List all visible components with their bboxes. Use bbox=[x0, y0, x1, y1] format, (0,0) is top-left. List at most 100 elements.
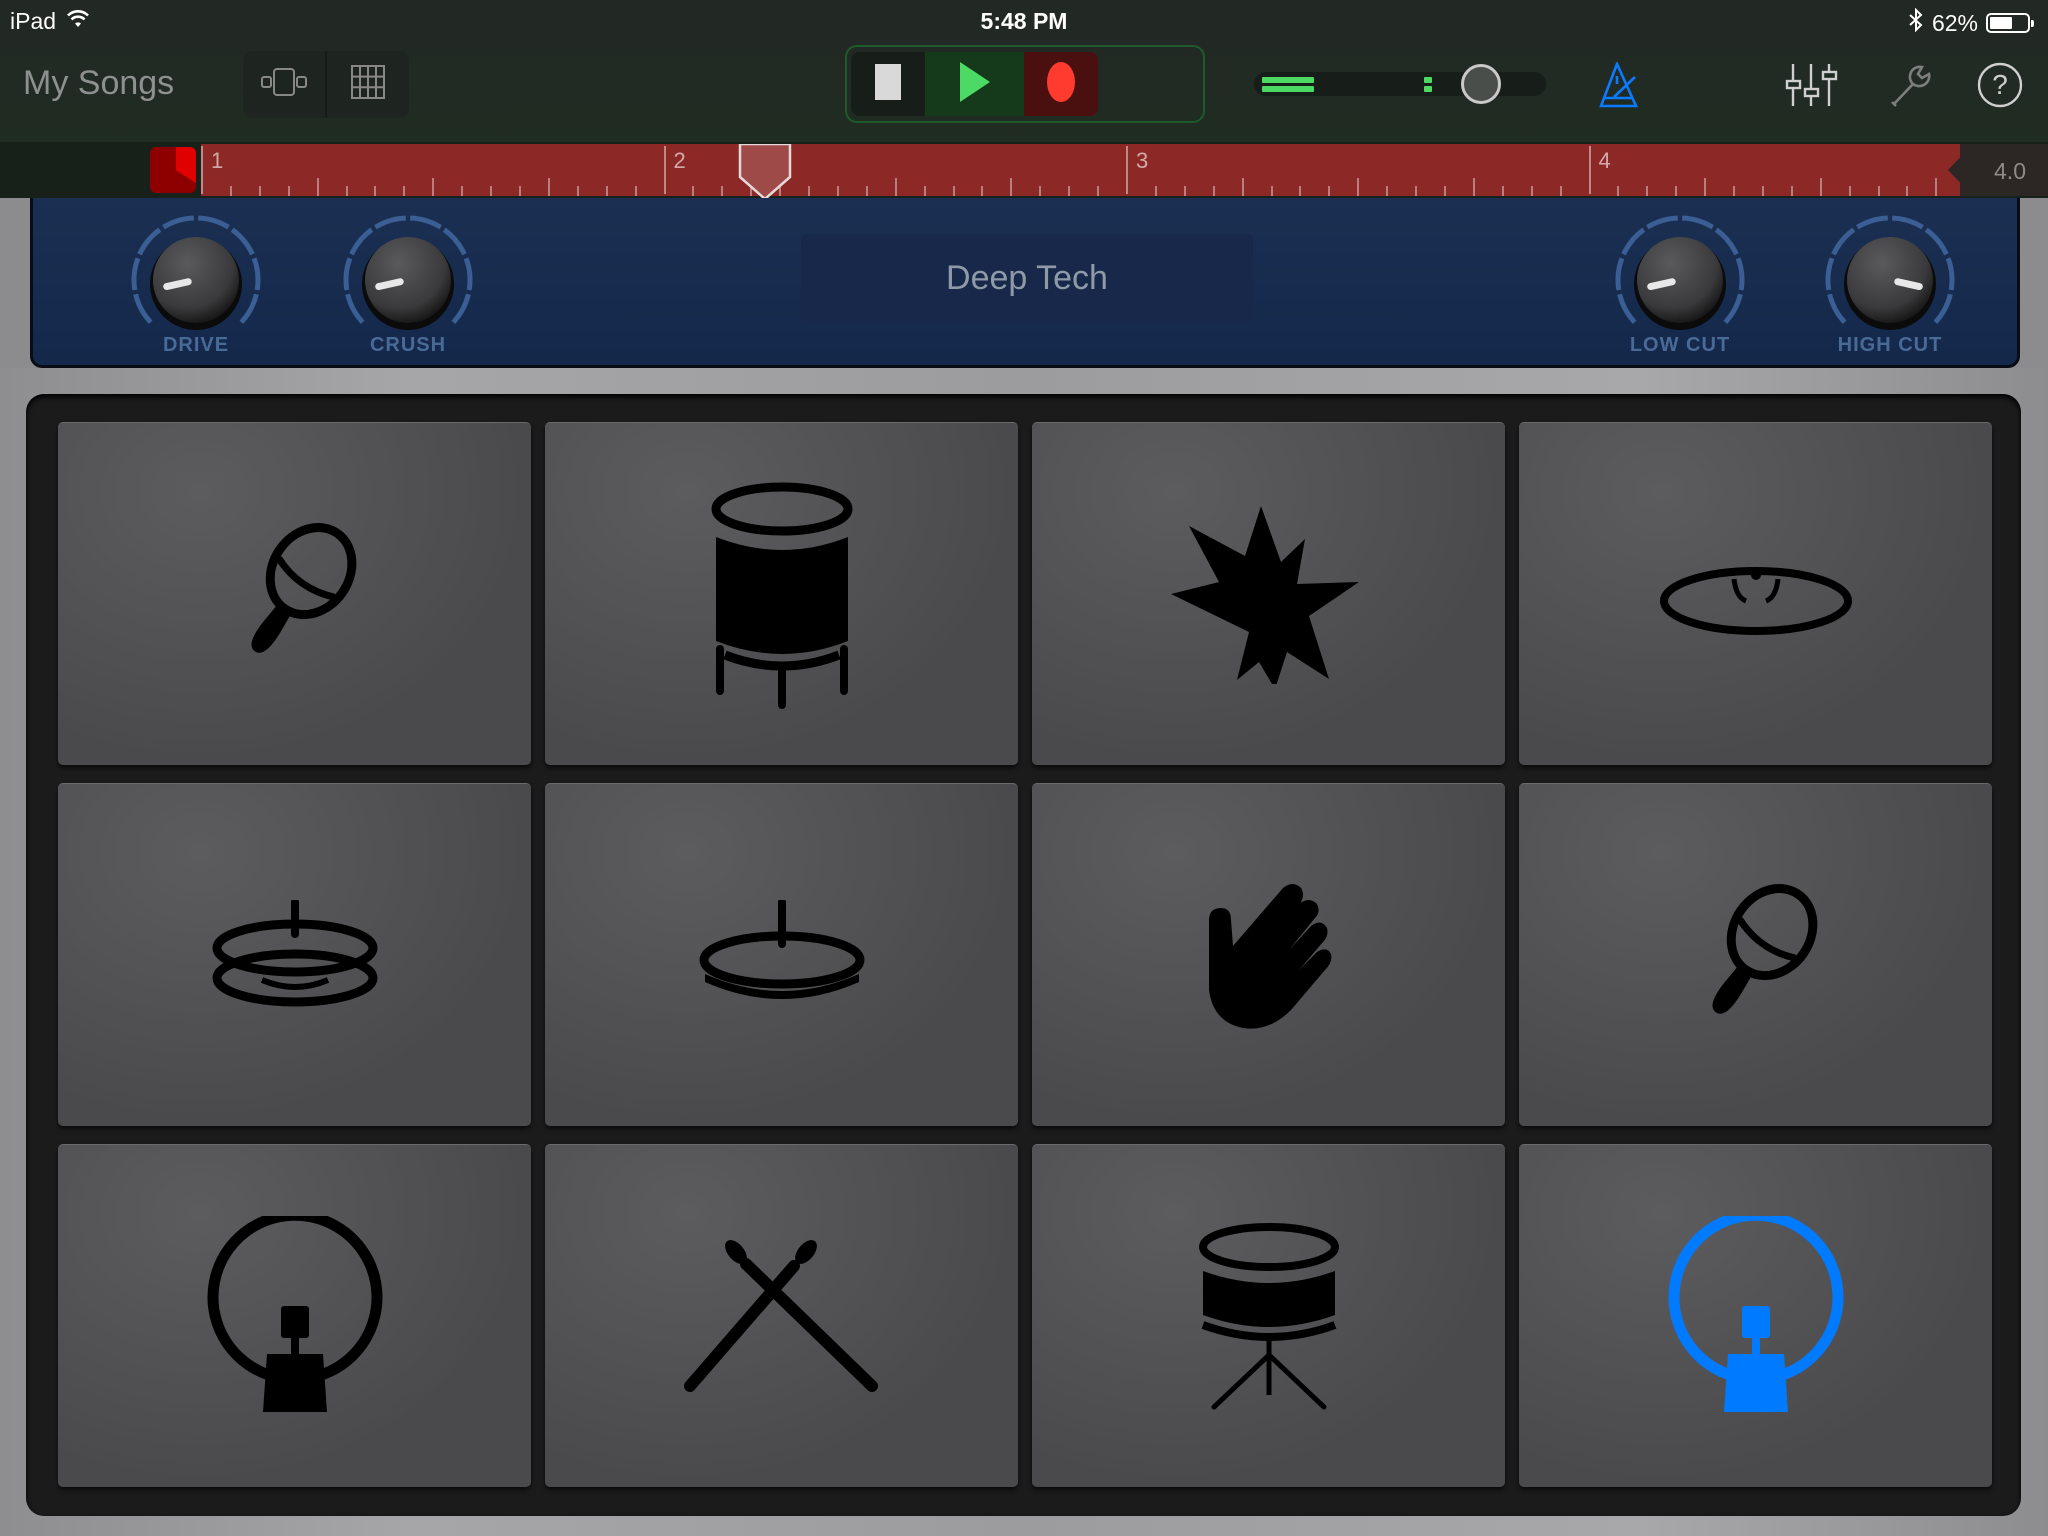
pad-clap[interactable] bbox=[1032, 783, 1505, 1126]
pad-closed-hi-hat[interactable] bbox=[545, 783, 1018, 1126]
bar-number: 4 bbox=[1598, 148, 1611, 173]
ruler-tick bbox=[1704, 178, 1707, 196]
ruler-tick bbox=[461, 186, 464, 196]
ruler-tick bbox=[692, 186, 695, 196]
ruler-tick bbox=[836, 186, 839, 196]
my-songs-button[interactable]: My Songs bbox=[23, 64, 174, 103]
loop-icon bbox=[176, 147, 196, 183]
hand-clap-icon bbox=[1199, 880, 1339, 1030]
ruler-tick bbox=[1328, 186, 1331, 196]
top-bar: iPad 5:48 PM 62% My Songs ? bbox=[0, 0, 2048, 142]
knob-indicator bbox=[163, 278, 192, 291]
mixer-icon bbox=[1785, 64, 1839, 112]
ruler-tick bbox=[1675, 186, 1678, 196]
ruler-tick bbox=[605, 186, 608, 196]
play-button[interactable] bbox=[925, 52, 1024, 116]
view-toggle bbox=[243, 51, 409, 118]
ruler-tick bbox=[547, 178, 550, 196]
low-cut-knob[interactable]: LOW CUT bbox=[1600, 208, 1760, 368]
pad-snare-drum[interactable] bbox=[1032, 1144, 1505, 1487]
pad-kick-drum-2[interactable] bbox=[1519, 1144, 1992, 1487]
knob-indicator bbox=[1647, 278, 1676, 291]
drive-knob[interactable]: DRIVE bbox=[116, 208, 276, 368]
knob-dial-icon bbox=[1615, 215, 1745, 330]
ruler-tick bbox=[1819, 178, 1822, 196]
ruler-tick bbox=[952, 186, 955, 196]
ruler-tick bbox=[1617, 186, 1620, 196]
ruler-tick bbox=[634, 186, 637, 196]
drum-pad-grid bbox=[26, 394, 2021, 1516]
play-icon bbox=[959, 61, 990, 107]
ruler-tick bbox=[1761, 186, 1764, 196]
maraca-icon bbox=[215, 514, 375, 674]
instrument-view-button[interactable] bbox=[243, 51, 325, 118]
pad-maraca[interactable] bbox=[58, 422, 531, 765]
closed-hi-hat-icon bbox=[697, 900, 867, 1010]
metronome-button[interactable] bbox=[1598, 60, 1640, 113]
ruler-tick bbox=[1848, 186, 1851, 196]
volume-slider-thumb[interactable] bbox=[1460, 64, 1501, 104]
open-hi-hat-icon bbox=[210, 900, 380, 1010]
level-meter-peak-left bbox=[1424, 77, 1432, 83]
ruler-tick bbox=[518, 186, 521, 196]
stop-icon bbox=[875, 63, 901, 105]
settings-button[interactable] bbox=[1888, 62, 1934, 113]
ruler-tick bbox=[1935, 178, 1938, 196]
ruler-tick bbox=[374, 186, 377, 196]
ruler-tick bbox=[1386, 186, 1389, 196]
pad-kick-drum[interactable] bbox=[58, 1144, 531, 1487]
level-meter-peak-right bbox=[1424, 86, 1432, 92]
ruler-tick bbox=[1299, 186, 1302, 196]
high-cut-knob[interactable]: HIGH CUT bbox=[1810, 208, 1970, 368]
battery-percent: 62% bbox=[1931, 9, 1978, 36]
ruler-tick bbox=[1154, 186, 1157, 196]
level-meter-right bbox=[1262, 86, 1314, 92]
knob-dial-icon bbox=[343, 215, 473, 330]
timeline-ruler[interactable]: 1 2 3 4 bbox=[201, 144, 1960, 196]
ruler-tick bbox=[1733, 186, 1736, 196]
ruler-tick bbox=[721, 186, 724, 196]
bar-line bbox=[201, 146, 203, 194]
loop-button[interactable] bbox=[150, 147, 196, 193]
knob-dial-icon bbox=[131, 215, 261, 330]
stop-button[interactable] bbox=[851, 52, 925, 116]
tracks-grid-button[interactable] bbox=[325, 51, 409, 118]
ruler-tick bbox=[808, 186, 811, 196]
master-volume-slider[interactable] bbox=[1254, 64, 1546, 104]
bar-number: 1 bbox=[211, 148, 224, 173]
pad-effect-burst[interactable] bbox=[1032, 422, 1505, 765]
ruler-tick bbox=[1270, 186, 1273, 196]
ruler-tick bbox=[576, 186, 579, 196]
kick-drum-icon bbox=[205, 1216, 385, 1416]
song-length-label: 4.0 bbox=[1994, 158, 2026, 184]
knob-indicator bbox=[1894, 278, 1923, 291]
battery-icon bbox=[1986, 13, 2034, 33]
pad-open-hi-hat[interactable] bbox=[58, 783, 531, 1126]
ruler-tick bbox=[1415, 186, 1418, 196]
kick-drum-icon bbox=[1666, 1216, 1846, 1416]
ruler-tick bbox=[1183, 186, 1186, 196]
crush-knob-label: CRUSH bbox=[369, 334, 447, 356]
record-button[interactable] bbox=[1024, 52, 1098, 116]
knob-dial-icon bbox=[1825, 215, 1955, 330]
crush-knob[interactable]: CRUSH bbox=[328, 208, 488, 368]
low-cut-knob-label: LOW CUT bbox=[1629, 334, 1731, 356]
song-length-tab[interactable]: 4.0 bbox=[1948, 144, 2048, 196]
pad-floor-tom[interactable] bbox=[545, 422, 1018, 765]
pad-shaker[interactable] bbox=[1519, 783, 1992, 1126]
pad-rim-sticks[interactable] bbox=[545, 1144, 1018, 1487]
help-button[interactable]: ? bbox=[1977, 62, 2023, 113]
ruler-tick bbox=[1039, 186, 1042, 196]
playhead[interactable] bbox=[738, 142, 792, 201]
instrument-view-icon bbox=[261, 67, 307, 102]
ruler-tick bbox=[1906, 186, 1909, 196]
mixer-button[interactable] bbox=[1785, 62, 1839, 113]
grid-icon bbox=[351, 65, 385, 104]
cymbal-icon bbox=[1656, 549, 1856, 639]
preset-name-button[interactable]: Deep Tech bbox=[801, 234, 1253, 322]
ruler-tick bbox=[258, 186, 261, 196]
snare-drum-icon bbox=[1194, 1221, 1344, 1411]
bar-line bbox=[1126, 146, 1128, 194]
ruler-tick bbox=[316, 178, 319, 196]
pad-crash-cymbal[interactable] bbox=[1519, 422, 1992, 765]
